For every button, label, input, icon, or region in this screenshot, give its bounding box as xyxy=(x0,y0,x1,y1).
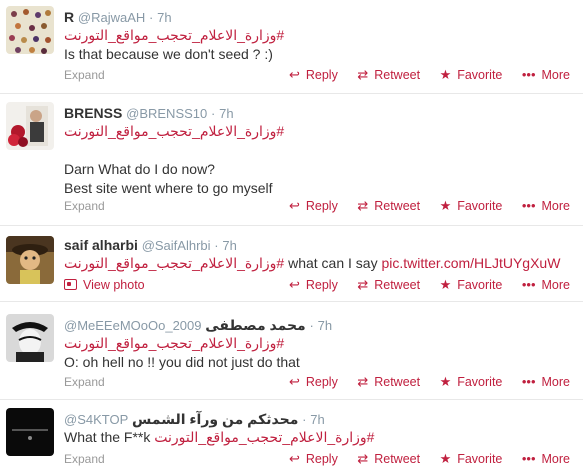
separator-dot: · xyxy=(214,238,219,253)
star-icon: ★ xyxy=(439,374,452,389)
retweet-icon: ⇄ xyxy=(357,374,369,389)
reply-arrow-icon: ↩ xyxy=(288,198,300,213)
avatar[interactable] xyxy=(6,408,54,456)
hashtag-link[interactable]: #وزارة_الاعلام_تحجب_مواقع_التورنت xyxy=(64,26,284,45)
more-button[interactable]: ••• More xyxy=(522,373,570,391)
star-icon: ★ xyxy=(439,277,452,292)
dots-icon: ••• xyxy=(521,277,536,292)
tweet-text-line: Darn What do I do now? xyxy=(64,161,215,177)
hashtag-link[interactable]: #وزارة_الاعلام_تحجب_مواقع_التورنت xyxy=(64,334,284,353)
star-icon: ★ xyxy=(439,67,452,82)
retweet-button[interactable]: ⇄ Retweet xyxy=(357,276,420,294)
dots-icon: ••• xyxy=(521,67,536,82)
tweet-actions: ↩ Reply ⇄ Retweet ★ Favorite ••• More xyxy=(273,276,570,294)
tweet-screenname[interactable]: @MeEEeMOoOo_2009 xyxy=(64,318,202,333)
tweet-timestamp[interactable]: 7h xyxy=(157,10,171,25)
hashtag-link[interactable]: #وزارة_الاعلام_تحجب_مواقع_التورنت xyxy=(154,428,374,447)
more-button[interactable]: ••• More xyxy=(522,66,570,84)
tweet[interactable]: @S4KTOP محدثكم من ورآء الشمس · 7h What t… xyxy=(0,400,583,476)
tweet-screenname[interactable]: @S4KTOP xyxy=(64,412,128,427)
retweet-icon: ⇄ xyxy=(357,198,369,213)
tweet-header: BRENSS @BRENSS10 · 7h xyxy=(64,104,573,122)
retweet-button[interactable]: ⇄ Retweet xyxy=(357,373,420,391)
reply-button[interactable]: ↩ Reply xyxy=(289,276,338,294)
separator-dot: · xyxy=(211,106,216,121)
tweet-actions: ↩ Reply ⇄ Retweet ★ Favorite ••• More xyxy=(273,66,570,84)
tweet-timestamp[interactable]: 7h xyxy=(318,318,332,333)
retweet-icon: ⇄ xyxy=(357,451,369,466)
retweet-button[interactable]: ⇄ Retweet xyxy=(357,450,420,468)
separator-dot: · xyxy=(149,10,154,25)
tweet-screenname[interactable]: @BRENSS10 xyxy=(126,106,207,121)
tweet-fullname[interactable]: BRENSS xyxy=(64,105,122,121)
more-button[interactable]: ••• More xyxy=(522,276,570,294)
more-button[interactable]: ••• More xyxy=(522,197,570,215)
avatar[interactable] xyxy=(6,102,54,150)
separator-dot: · xyxy=(302,412,307,427)
tweet-timestamp[interactable]: 7h xyxy=(310,412,324,427)
retweet-icon: ⇄ xyxy=(357,277,369,292)
reply-arrow-icon: ↩ xyxy=(288,67,300,82)
avatar[interactable] xyxy=(6,236,54,284)
view-photo-link[interactable]: View photo xyxy=(64,278,145,292)
dots-icon: ••• xyxy=(521,198,536,213)
expand-link[interactable]: Expand xyxy=(64,452,105,466)
tweet-timeline: R @RajwaAH · 7h #وزارة_الاعلام_تحجب_مواق… xyxy=(0,0,583,476)
tweet[interactable]: R @RajwaAH · 7h #وزارة_الاعلام_تحجب_مواق… xyxy=(0,0,583,94)
reply-button[interactable]: ↩ Reply xyxy=(289,450,338,468)
star-icon: ★ xyxy=(439,198,452,213)
reply-arrow-icon: ↩ xyxy=(288,277,300,292)
reply-arrow-icon: ↩ xyxy=(288,451,300,466)
photo-link[interactable]: pic.twitter.com/HLJtUYgXuW xyxy=(381,255,560,271)
tweet-actions: ↩ Reply ⇄ Retweet ★ Favorite ••• More xyxy=(273,450,570,468)
star-icon: ★ xyxy=(439,451,452,466)
tweet-timestamp[interactable]: 7h xyxy=(219,106,233,121)
tweet[interactable]: BRENSS @BRENSS10 · 7h #وزارة_الاعلام_تحج… xyxy=(0,94,583,226)
reply-button[interactable]: ↩ Reply xyxy=(289,66,338,84)
tweet-actions: ↩ Reply ⇄ Retweet ★ Favorite ••• More xyxy=(273,197,570,215)
tweet-fullname[interactable]: محدثكم من ورآء الشمس xyxy=(132,410,298,428)
avatar[interactable] xyxy=(6,314,54,362)
expand-link[interactable]: Expand xyxy=(64,199,105,213)
expand-link[interactable]: Expand xyxy=(64,68,105,82)
reply-arrow-icon: ↩ xyxy=(288,374,300,389)
tweet-text: What the F**k xyxy=(64,429,151,445)
tweet-text: what can I say xyxy=(288,255,378,271)
expand-link[interactable]: Expand xyxy=(64,375,105,389)
tweet-text-line: Best site went where to go myself xyxy=(64,180,273,196)
separator-dot: · xyxy=(309,318,314,333)
tweet-text: O: oh hell no !! you did not just do tha… xyxy=(64,354,300,370)
dots-icon: ••• xyxy=(521,374,536,389)
retweet-button[interactable]: ⇄ Retweet xyxy=(357,197,420,215)
retweet-button[interactable]: ⇄ Retweet xyxy=(357,66,420,84)
tweet-text: Is that because we don't seed ? :) xyxy=(64,46,273,62)
photo-icon xyxy=(64,279,77,290)
dots-icon: ••• xyxy=(521,451,536,466)
favorite-button[interactable]: ★ Favorite xyxy=(440,197,503,215)
favorite-button[interactable]: ★ Favorite xyxy=(440,66,503,84)
tweet[interactable]: saif alharbi @SaifAlhrbi · 7h #وزارة_الا… xyxy=(0,226,583,302)
favorite-button[interactable]: ★ Favorite xyxy=(440,450,503,468)
tweet-actions: ↩ Reply ⇄ Retweet ★ Favorite ••• More xyxy=(273,373,570,391)
tweet-screenname[interactable]: @RajwaAH xyxy=(78,10,145,25)
favorite-button[interactable]: ★ Favorite xyxy=(440,276,503,294)
tweet-header: saif alharbi @SaifAlhrbi · 7h xyxy=(64,236,573,254)
hashtag-link[interactable]: #وزارة_الاعلام_تحجب_مواقع_التورنت xyxy=(64,122,284,141)
tweet-screenname[interactable]: @SaifAlhrbi xyxy=(142,238,211,253)
retweet-icon: ⇄ xyxy=(357,67,369,82)
hashtag-link[interactable]: #وزارة_الاعلام_تحجب_مواقع_التورنت xyxy=(64,254,284,273)
tweet-timestamp[interactable]: 7h xyxy=(222,238,236,253)
tweet-fullname[interactable]: محمد مصطفى xyxy=(205,316,305,334)
reply-button[interactable]: ↩ Reply xyxy=(289,197,338,215)
tweet-header: @S4KTOP محدثكم من ورآء الشمس · 7h xyxy=(64,410,573,428)
favorite-button[interactable]: ★ Favorite xyxy=(440,373,503,391)
reply-button[interactable]: ↩ Reply xyxy=(289,373,338,391)
tweet-fullname[interactable]: R xyxy=(64,9,74,25)
avatar[interactable] xyxy=(6,6,54,54)
tweet[interactable]: @MeEEeMOoOo_2009 محمد مصطفى · 7h #وزارة_… xyxy=(0,302,583,400)
tweet-header: @MeEEeMOoOo_2009 محمد مصطفى · 7h xyxy=(64,316,573,334)
tweet-header: R @RajwaAH · 7h xyxy=(64,8,573,26)
tweet-fullname[interactable]: saif alharbi xyxy=(64,237,138,253)
more-button[interactable]: ••• More xyxy=(522,450,570,468)
